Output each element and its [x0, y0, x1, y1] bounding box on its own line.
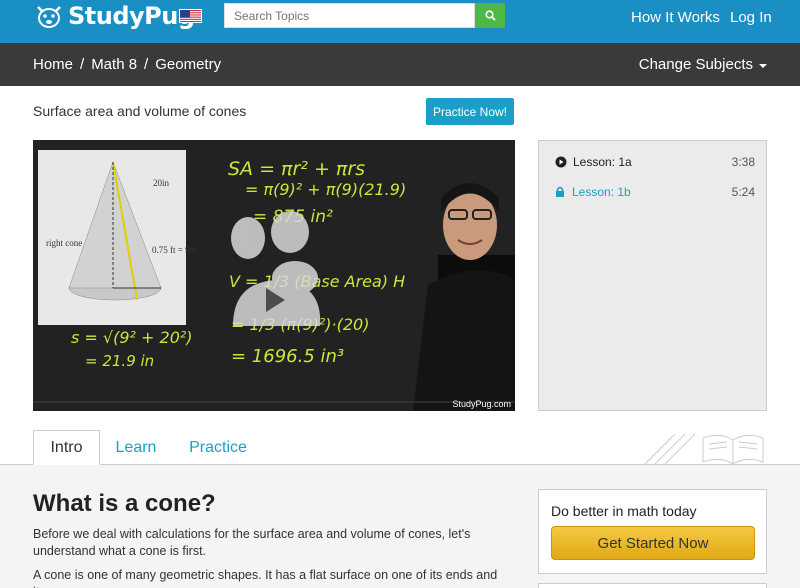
caret-down-icon [759, 63, 767, 68]
brand-logo[interactable]: StudyPug [34, 2, 195, 30]
section-heading: What is a cone? [33, 490, 216, 517]
lesson-duration: 5:24 [731, 185, 755, 199]
pug-logo-icon [37, 6, 61, 28]
breadcrumb-home[interactable]: Home [33, 56, 73, 73]
board-line: SA = πr² + πrs [228, 158, 365, 180]
get-started-button[interactable]: Get Started Now [551, 526, 755, 560]
lock-icon [556, 186, 564, 197]
cta-panel: Do better in math today Get Started Now [538, 489, 767, 574]
lesson-item-1a[interactable]: Lesson: 1a 3:38 [555, 155, 755, 169]
lesson-label: Lesson: 1a [573, 155, 632, 169]
lesson-label: Lesson: 1b [572, 185, 631, 199]
shape-label: right cone [46, 238, 82, 248]
lesson-item-1b[interactable]: Lesson: 1b 5:24 [555, 185, 755, 199]
board-line: = π(9)² + π(9)(21.9) [245, 180, 406, 199]
breadcrumb-bar: Home / Math 8 / Geometry Change Subjects [0, 43, 800, 86]
lessons-panel: Lesson: 1a 3:38 Lesson: 1b 5:24 [538, 140, 767, 411]
breadcrumb-separator: / [144, 56, 149, 73]
tab-intro[interactable]: Intro [33, 430, 100, 465]
tab-practice[interactable]: Practice [180, 430, 256, 465]
practice-now-button[interactable]: Practice Now! [426, 98, 514, 125]
video-frame: 20in right cone 0.75 ft = 9in SA = πr² +… [33, 140, 515, 411]
login-link[interactable]: Log In [730, 9, 772, 26]
play-icon [555, 156, 567, 168]
intro-paragraph: A cone is one of many geometric shapes. … [33, 568, 498, 588]
board-line: s = √(9² + 20²) [71, 328, 193, 347]
change-subjects-dropdown[interactable]: Change Subjects [639, 56, 767, 73]
radius-label: 0.75 ft = 9in [152, 245, 197, 255]
search-icon [484, 10, 496, 21]
video-player[interactable]: 20in right cone 0.75 ft = 9in SA = πr² +… [33, 140, 515, 411]
intro-paragraph: Before we deal with calculations for the… [33, 527, 471, 558]
board-line: = 1696.5 in³ [231, 346, 344, 367]
breadcrumb-math8[interactable]: Math 8 [91, 56, 137, 73]
breadcrumb-separator: / [80, 56, 85, 73]
watermark: StudyPug.com [452, 399, 511, 409]
tab-learn[interactable]: Learn [108, 430, 164, 465]
how-it-works-link[interactable]: How It Works [631, 9, 720, 26]
search-input[interactable] [224, 3, 475, 28]
breadcrumb: Home / Math 8 / Geometry [33, 56, 221, 73]
board-line: = 21.9 in [85, 352, 154, 370]
search-button[interactable] [475, 3, 505, 28]
top-header: StudyPug How It Works Log In [0, 0, 800, 43]
breadcrumb-geometry[interactable]: Geometry [155, 56, 221, 73]
slant-label: 20in [153, 178, 170, 188]
book-illustration-icon [645, 433, 764, 464]
change-subjects-label: Change Subjects [638, 56, 753, 73]
lesson-duration: 3:38 [731, 155, 755, 169]
lesson-title: Surface area and volume of cones [33, 103, 247, 119]
cta-title: Do better in math today [551, 503, 697, 519]
us-flag-icon[interactable] [179, 9, 202, 23]
brand-name: StudyPug [68, 2, 195, 30]
secondary-panel [538, 583, 767, 588]
